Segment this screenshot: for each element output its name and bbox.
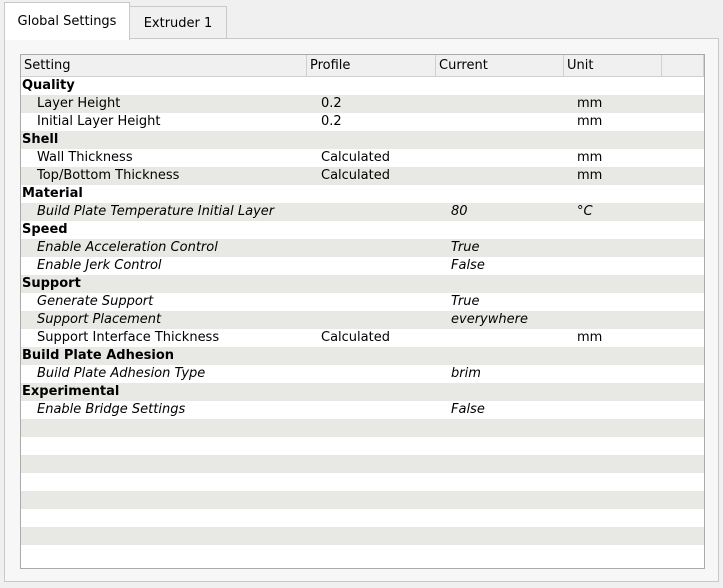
column-header-filler [662, 55, 704, 77]
setting-name: Generate Support [37, 294, 154, 309]
tab-pane: Setting Profile Current Unit Quality Laye… [4, 38, 719, 582]
setting-name: Layer Height [37, 96, 121, 111]
category-row[interactable]: Shell [21, 131, 704, 149]
setting-row[interactable]: Enable Bridge Settings False [21, 401, 704, 419]
category-row[interactable]: Build Plate Adhesion [21, 347, 704, 365]
empty-row [21, 437, 704, 455]
setting-name: Enable Bridge Settings [37, 402, 186, 417]
profile-value: Calculated [321, 330, 390, 345]
setting-row[interactable]: Wall Thickness Calculated mm [21, 149, 704, 167]
setting-row[interactable]: Enable Jerk Control False [21, 257, 704, 275]
profile-value: 0.2 [321, 96, 342, 111]
category-label: Support [22, 276, 81, 291]
setting-name: Top/Bottom Thickness [37, 168, 180, 183]
setting-name: Build Plate Temperature Initial Layer [37, 204, 275, 219]
empty-row [21, 419, 704, 437]
category-row[interactable]: Support [21, 275, 704, 293]
setting-row[interactable]: Enable Acceleration Control True [21, 239, 704, 257]
setting-name: Support Placement [37, 312, 162, 327]
empty-row [21, 545, 704, 563]
category-row[interactable]: Speed [21, 221, 704, 239]
current-value: False [451, 258, 485, 273]
profile-value: Calculated [321, 168, 390, 183]
setting-row[interactable]: Initial Layer Height 0.2 mm [21, 113, 704, 131]
unit-value: mm [577, 168, 603, 183]
setting-name: Enable Acceleration Control [37, 240, 218, 255]
table-body: Quality Layer Height 0.2 mm Initial Layer He… [21, 77, 704, 563]
setting-row[interactable]: Generate Support True [21, 293, 704, 311]
setting-row[interactable]: Build Plate Adhesion Type brim [21, 365, 704, 383]
table-header: Setting Profile Current Unit [21, 55, 704, 77]
category-row[interactable]: Experimental [21, 383, 704, 401]
category-label: Material [22, 186, 83, 201]
unit-value: mm [577, 96, 603, 111]
category-label: Experimental [22, 384, 120, 399]
tab-global-settings[interactable]: Global Settings [4, 2, 130, 40]
setting-name: Initial Layer Height [37, 114, 161, 129]
column-header-profile[interactable]: Profile [307, 55, 436, 77]
category-label: Build Plate Adhesion [22, 348, 175, 363]
profile-value: Calculated [321, 150, 390, 165]
empty-row [21, 509, 704, 527]
unit-value: mm [577, 150, 603, 165]
category-label: Shell [22, 132, 59, 147]
column-header-current[interactable]: Current [436, 55, 564, 77]
setting-name: Support Interface Thickness [37, 330, 220, 345]
category-row[interactable]: Quality [21, 77, 704, 95]
current-value: False [451, 402, 485, 417]
setting-row[interactable]: Build Plate Temperature Initial Layer 80 °… [21, 203, 704, 221]
column-header-unit[interactable]: Unit [564, 55, 662, 77]
setting-name: Wall Thickness [37, 150, 133, 165]
category-row[interactable]: Material [21, 185, 704, 203]
current-value: 80 [451, 204, 468, 219]
profile-value: 0.2 [321, 114, 342, 129]
current-value: True [451, 240, 480, 255]
setting-name: Enable Jerk Control [37, 258, 162, 273]
current-value: True [451, 294, 480, 309]
current-value: everywhere [451, 312, 528, 327]
setting-row[interactable]: Top/Bottom Thickness Calculated mm [21, 167, 704, 185]
unit-value: °C [577, 204, 593, 219]
empty-row [21, 491, 704, 509]
settings-table[interactable]: Setting Profile Current Unit Quality Laye… [20, 54, 705, 569]
tab-bar: Global Settings Extruder 1 [0, 0, 723, 40]
setting-row[interactable]: Support Placement everywhere [21, 311, 704, 329]
tab-extruder-1[interactable]: Extruder 1 [129, 6, 227, 39]
unit-value: mm [577, 330, 603, 345]
column-header-setting[interactable]: Setting [21, 55, 307, 77]
setting-name: Build Plate Adhesion Type [37, 366, 206, 381]
empty-row [21, 473, 704, 491]
category-label: Quality [22, 78, 75, 93]
empty-row [21, 455, 704, 473]
current-value: brim [451, 366, 481, 381]
empty-row [21, 527, 704, 545]
setting-row[interactable]: Support Interface Thickness Calculated mm [21, 329, 704, 347]
unit-value: mm [577, 114, 603, 129]
setting-row[interactable]: Layer Height 0.2 mm [21, 95, 704, 113]
category-label: Speed [22, 222, 68, 237]
